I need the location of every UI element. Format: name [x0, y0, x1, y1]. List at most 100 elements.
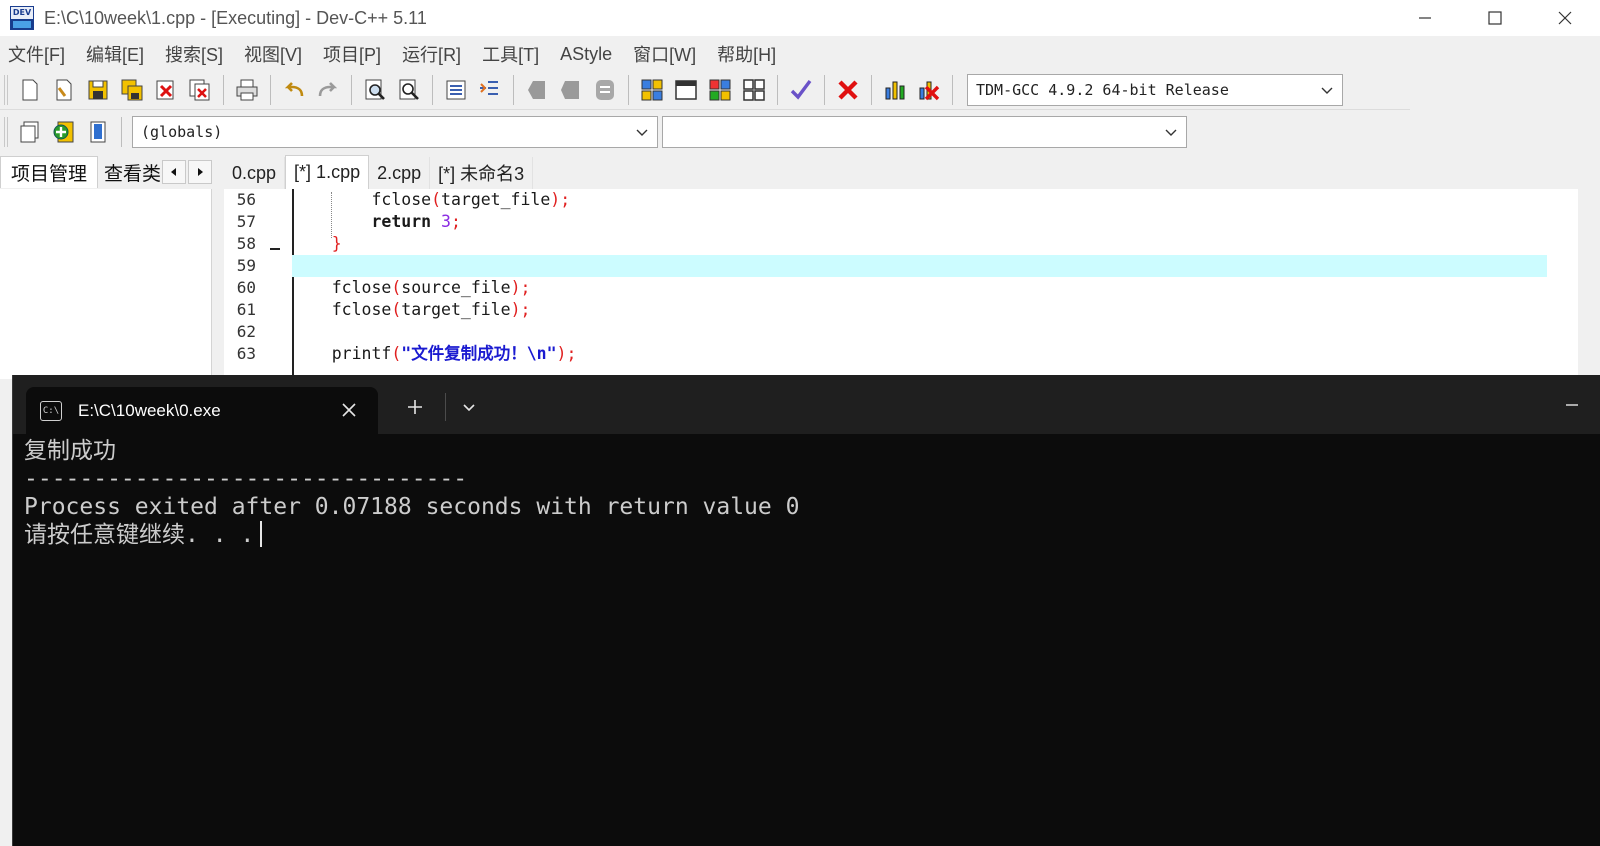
menu-project[interactable]: 项目[P]: [323, 41, 381, 67]
tab-scroll-left-button[interactable]: [162, 160, 187, 184]
close-file-icon: [156, 80, 174, 99]
redo-icon: [318, 81, 338, 96]
add-to-project-button[interactable]: [49, 117, 79, 147]
terminal-tab-close-button[interactable]: [338, 399, 360, 421]
open-file-button[interactable]: [49, 75, 79, 105]
menu-help[interactable]: 帮助[H]: [717, 41, 776, 67]
window-icon: [675, 79, 697, 100]
stop-execution-button[interactable]: [833, 75, 863, 105]
save-icon: [88, 80, 108, 99]
class-scope-select[interactable]: (globals): [132, 116, 658, 148]
menu-tools[interactable]: 工具[T]: [482, 41, 539, 67]
syntax-check-button[interactable]: [786, 75, 816, 105]
unindent-button[interactable]: [475, 75, 505, 105]
code-text: return 3;: [371, 212, 461, 231]
tab-project-manager[interactable]: 项目管理: [0, 156, 99, 188]
project-view-button[interactable]: [637, 75, 667, 105]
compiler-select[interactable]: TDM-GCC 4.9.2 64-bit Release: [967, 73, 1343, 106]
indent-button[interactable]: [441, 75, 471, 105]
toolbar-grip[interactable]: [4, 74, 8, 105]
goto-line-icon: [596, 79, 614, 100]
tab-scroll-right-button[interactable]: [188, 160, 213, 184]
editor-tab-untitled3[interactable]: [*] 未命名3: [430, 157, 534, 189]
indent-guide: [331, 192, 332, 238]
save-button[interactable]: [83, 75, 113, 105]
chevron-down-icon: [1165, 129, 1177, 136]
code-line[interactable]: 60 fclose(source_file);: [224, 277, 1590, 299]
compiler-select-value: TDM-GCC 4.9.2 64-bit Release: [976, 80, 1229, 99]
close-button[interactable]: [1530, 0, 1600, 36]
statusbar-button[interactable]: [671, 75, 701, 105]
find-button[interactable]: [360, 75, 390, 105]
code-line[interactable]: 57 return 3;: [224, 211, 1590, 233]
code-text: }: [331, 234, 342, 253]
member-select[interactable]: [662, 116, 1187, 148]
menu-edit[interactable]: 编辑[E]: [86, 41, 144, 67]
menu-window[interactable]: 窗口[W]: [633, 41, 696, 67]
editor-tab-1cpp[interactable]: [*] 1.cpp: [285, 155, 370, 189]
menu-astyle[interactable]: AStyle: [560, 44, 612, 65]
toggle-bookmark-button[interactable]: [522, 75, 552, 105]
print-button[interactable]: [232, 75, 262, 105]
replace-button[interactable]: [394, 75, 424, 105]
terminal-line-separator: --------------------------------: [24, 466, 468, 492]
goto-bookmark-button[interactable]: [556, 75, 586, 105]
code-text: fclose(target_file);: [292, 300, 531, 319]
code-line[interactable]: 62: [224, 321, 1590, 343]
code-editor[interactable]: 56 fclose(target_file); 57 return 3; 58 } 5…: [224, 189, 1590, 379]
tab-dropdown-button[interactable]: [451, 391, 487, 423]
menu-file[interactable]: 文件[F]: [8, 41, 65, 67]
project-options-button[interactable]: [83, 117, 113, 147]
undo-button[interactable]: [279, 75, 309, 105]
secondary-toolbar: (globals): [0, 112, 1195, 152]
menu-search[interactable]: 搜索[S]: [165, 41, 223, 67]
editor-tab-0cpp[interactable]: 0.cpp: [224, 157, 286, 189]
full-screen-button[interactable]: [739, 75, 769, 105]
code-text: fclose(source_file);: [292, 278, 531, 297]
close-file-button[interactable]: [151, 75, 181, 105]
terminal-tab[interactable]: C:\ E:\C\10week\0.exe: [26, 387, 378, 434]
profile-button[interactable]: [880, 75, 910, 105]
code-line[interactable]: 56 fclose(target_file);: [224, 189, 1590, 211]
terminal-output[interactable]: 复制成功 -------------------------------- Pr…: [24, 435, 1584, 835]
cmd-icon: C:\: [40, 400, 62, 421]
line-number: 56: [236, 190, 256, 209]
goto-line-button[interactable]: [590, 75, 620, 105]
minimize-icon: [1566, 404, 1578, 406]
project-tree-panel[interactable]: [0, 189, 212, 379]
toolbar-grip[interactable]: [4, 117, 8, 147]
code-line[interactable]: 61 fclose(target_file);: [224, 299, 1590, 321]
code-line[interactable]: 59: [224, 255, 1590, 277]
tab-class-browser[interactable]: 查看类: [98, 156, 160, 188]
chevron-down-icon: [636, 129, 648, 136]
new-tab-button[interactable]: [397, 391, 433, 423]
chevron-down-icon: [1321, 87, 1333, 94]
redo-button[interactable]: [313, 75, 343, 105]
compile-run-view-button[interactable]: [705, 75, 735, 105]
plus-icon: [408, 400, 422, 414]
close-all-button[interactable]: [185, 75, 215, 105]
code-line[interactable]: 58 }: [224, 233, 1590, 255]
save-all-button[interactable]: [117, 75, 147, 105]
maximize-button[interactable]: [1460, 0, 1530, 36]
menu-view[interactable]: 视图[V]: [244, 41, 302, 67]
bookmark-icon: [528, 80, 545, 99]
new-file-button[interactable]: [15, 75, 45, 105]
minimize-button[interactable]: [1390, 0, 1460, 36]
fold-end-marker: [270, 248, 280, 250]
code-line[interactable]: 63 printf("文件复制成功！\n");: [224, 343, 1590, 365]
minimize-icon: [1419, 17, 1431, 19]
grid-color-icon: [641, 79, 663, 100]
line-number: 58: [236, 234, 256, 253]
check-icon: [790, 79, 812, 100]
bar-chart-icon: [885, 81, 905, 99]
insert-button[interactable]: [15, 117, 45, 147]
devcpp-app-icon: DEV: [10, 6, 34, 30]
chevron-down-icon: [463, 404, 475, 412]
add-icon: [53, 121, 74, 143]
editor-tab-2cpp[interactable]: 2.cpp: [369, 157, 431, 189]
new-file-icon: [22, 79, 38, 100]
delete-profile-button[interactable]: [914, 75, 944, 105]
menu-execute[interactable]: 运行[R]: [402, 41, 461, 67]
terminal-minimize-button[interactable]: [1554, 389, 1590, 421]
